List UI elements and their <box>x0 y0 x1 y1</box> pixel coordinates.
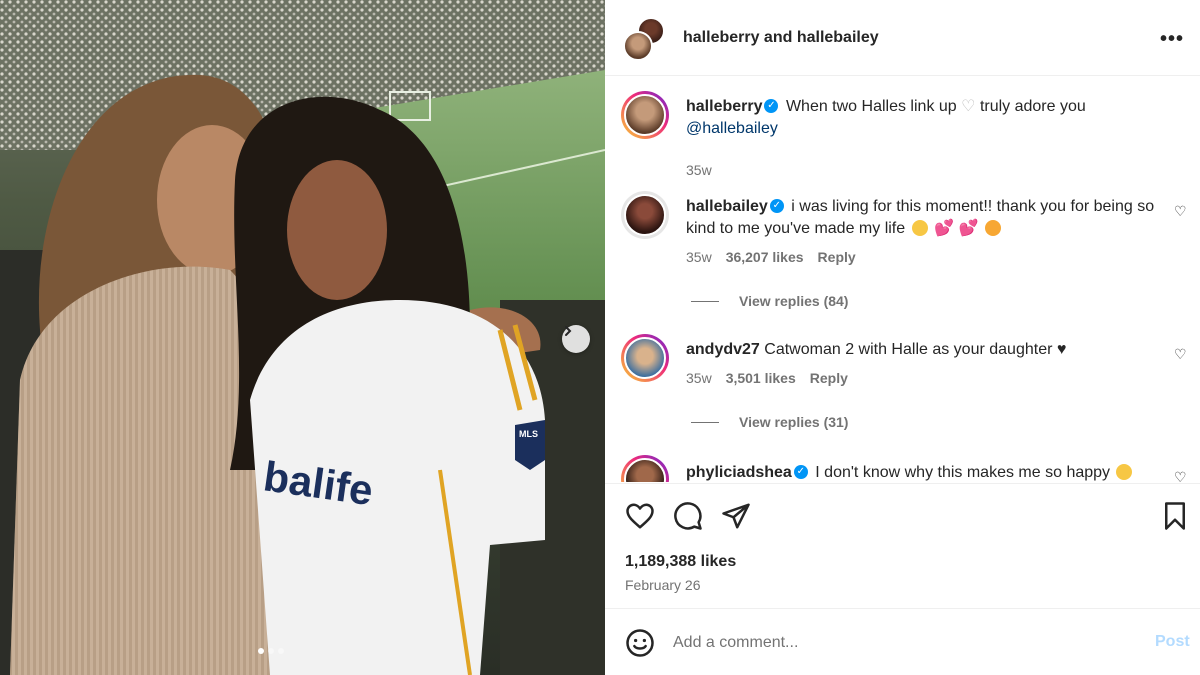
caption-username[interactable]: halleberry <box>686 98 762 115</box>
post-header: halleberry and hallebailey ••• <box>605 0 1200 76</box>
caption-time[interactable]: 35w <box>686 162 712 178</box>
chevron-right-icon <box>565 326 572 336</box>
comment-text: I don't know why this makes me so happy <box>815 464 1111 481</box>
carousel-dot <box>268 648 274 654</box>
like-comment-icon[interactable]: ♡ <box>1174 346 1187 363</box>
verified-icon: ✓ <box>793 464 808 479</box>
add-comment-input[interactable] <box>673 632 1113 654</box>
post-actions: 1,189,388 likes February 26 <box>605 483 1200 609</box>
black-heart-icon: ♥ <box>1056 341 1067 358</box>
comment-composer: Post <box>605 610 1200 675</box>
comment-username[interactable]: andydv27 <box>686 341 760 358</box>
verified-icon: ✓ <box>769 198 784 213</box>
comment-icon[interactable] <box>673 501 703 531</box>
comment-text: Catwoman 2 with Halle as your daughter <box>764 341 1053 358</box>
caption-text: When two Halles link up <box>785 98 957 115</box>
caption-mention[interactable]: @hallebailey <box>686 120 778 137</box>
comment-time[interactable]: 35w <box>686 249 712 265</box>
smiling-hearts-emoji-icon <box>984 220 1001 236</box>
comment-body: phyliciadshea ✓ I don't know why this mak… <box>686 462 1156 482</box>
avatar <box>624 94 666 136</box>
bookmark-icon[interactable] <box>1160 501 1190 531</box>
verified-icon: ✓ <box>764 98 779 113</box>
avatar <box>624 337 666 379</box>
like-comment-icon[interactable]: ♡ <box>1174 469 1187 482</box>
more-options-icon[interactable]: ••• <box>1160 28 1184 51</box>
emoji-icon[interactable] <box>625 628 655 658</box>
comment-meta: 35w 3,501 likes Reply <box>686 370 848 386</box>
divider <box>691 421 719 423</box>
photo-illustration: balife MLS <box>0 0 605 675</box>
avatar <box>624 458 666 482</box>
collab-avatars[interactable] <box>623 17 669 63</box>
carousel-dots <box>258 648 284 654</box>
caption-meta: 35w <box>686 162 712 178</box>
avatar-ring[interactable] <box>621 191 669 239</box>
white-heart-icon: ♡ <box>961 98 976 115</box>
share-icon[interactable] <box>721 501 751 531</box>
crying-emoji-icon <box>911 220 928 236</box>
reply-button[interactable]: Reply <box>810 370 848 386</box>
carousel-dot <box>278 648 284 654</box>
post-header-title[interactable]: halleberry and hallebailey <box>683 29 879 47</box>
post-comment-button[interactable]: Post <box>1155 633 1190 651</box>
comment-username[interactable]: phyliciadshea <box>686 464 792 481</box>
avatar <box>623 31 653 61</box>
reply-button[interactable]: Reply <box>818 249 856 265</box>
heart-eyes-emoji-icon <box>1116 464 1133 480</box>
like-count[interactable]: 1,189,388 likes <box>625 553 736 571</box>
avatar-ring[interactable] <box>621 91 669 139</box>
view-replies-button[interactable]: View replies (31) <box>691 414 848 430</box>
carousel-dot <box>258 648 264 654</box>
view-replies-label: View replies (31) <box>739 414 849 430</box>
comment-likes[interactable]: 36,207 likes <box>726 249 804 265</box>
two-hearts-icon: 💕 <box>958 220 979 237</box>
comment-body: andydv27 Catwoman 2 with Halle as your d… <box>686 339 1156 361</box>
avatar-ring[interactable] <box>621 455 669 482</box>
post-photo: balife MLS <box>0 0 605 675</box>
avatar-ring[interactable] <box>621 334 669 382</box>
comment-time[interactable]: 35w <box>686 370 712 386</box>
two-hearts-icon: 💕 <box>934 220 954 237</box>
view-replies-button[interactable]: View replies (84) <box>691 293 848 309</box>
comment-username[interactable]: hallebailey <box>686 198 768 215</box>
heart-icon[interactable] <box>625 501 655 531</box>
divider <box>691 300 719 302</box>
avatar <box>624 194 666 236</box>
post-side-panel: halleberry and hallebailey ••• halleberr… <box>605 0 1200 675</box>
comments-list[interactable]: halleberry ✓ When two Halles link up ♡ tr… <box>605 77 1200 482</box>
view-replies-label: View replies (84) <box>739 293 849 309</box>
comment-meta: 35w 36,207 likes Reply <box>686 249 856 265</box>
caption-text-after: truly adore you <box>979 98 1086 115</box>
comment-likes[interactable]: 3,501 likes <box>726 370 796 386</box>
post-date[interactable]: February 26 <box>625 577 700 593</box>
caption-body: halleberry ✓ When two Halles link up ♡ tr… <box>686 96 1156 140</box>
comment-body: hallebailey ✓ i was living for this momen… <box>686 196 1156 240</box>
like-comment-icon[interactable]: ♡ <box>1174 203 1187 220</box>
carousel-next-button[interactable] <box>562 325 590 353</box>
mls-badge-text: MLS <box>519 429 538 439</box>
